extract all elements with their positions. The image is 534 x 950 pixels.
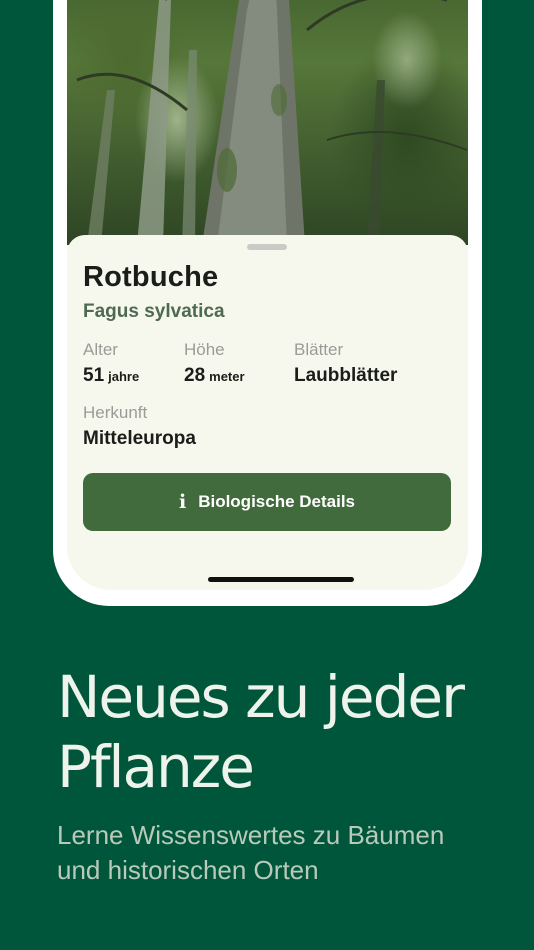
plant-latin-name: Fagus sylvatica [83, 301, 225, 322]
promo-tagline: Lerne Wissenswertes zu Bäumen und histori… [57, 818, 497, 888]
height-value: 28 meter [184, 365, 245, 387]
tree-photo [67, 0, 468, 245]
age-number: 51 [83, 365, 105, 386]
plant-detail-sheet[interactable]: Rotbuche Fagus sylvatica Alter 51 jahre H… [67, 235, 468, 590]
tagline-line-1: Lerne Wissenswertes zu Bäumen [57, 820, 445, 850]
plant-common-name: Rotbuche [83, 261, 219, 293]
leaves-value: Laubblätter [294, 365, 398, 386]
origin-value: Mitteleuropa [83, 428, 196, 449]
origin-label: Herkunft [83, 403, 148, 422]
age-unit: jahre [108, 369, 140, 384]
height-number: 28 [184, 365, 206, 386]
height-unit: meter [209, 369, 245, 384]
age-value: 51 jahre [83, 365, 139, 387]
phone-frame: Rotbuche Fagus sylvatica Alter 51 jahre H… [53, 0, 482, 606]
promo-headline: Neues zu jeder Pflanze [57, 662, 517, 802]
home-indicator [208, 577, 354, 582]
biological-details-label: Biologische Details [198, 492, 356, 511]
sheet-grabber[interactable] [247, 244, 287, 250]
headline-line-2: Pflanze [57, 733, 255, 801]
phone-screen: Rotbuche Fagus sylvatica Alter 51 jahre H… [67, 0, 468, 590]
tagline-line-2: und historischen Orten [57, 855, 319, 885]
biological-details-button[interactable]: i Biologische Details [83, 473, 451, 531]
age-label: Alter [83, 340, 118, 359]
height-label: Höhe [184, 340, 225, 359]
info-icon: i [178, 491, 187, 513]
leaves-label: Blätter [294, 340, 344, 359]
headline-line-1: Neues zu jeder [57, 663, 465, 731]
